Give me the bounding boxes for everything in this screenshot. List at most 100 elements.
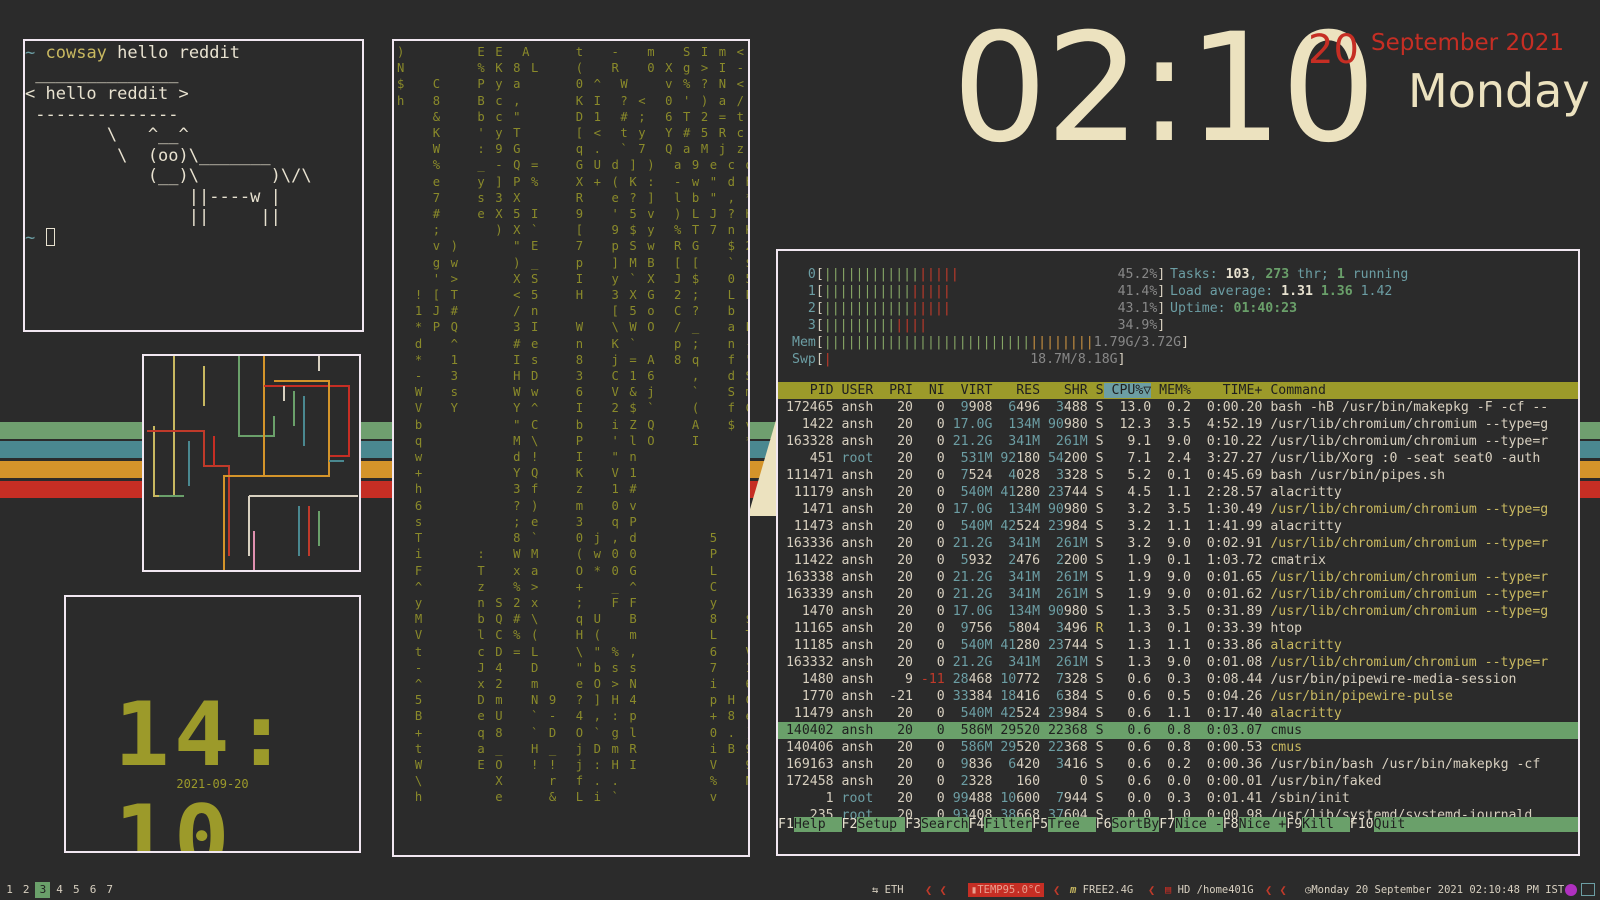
prompt-tilde: ~ xyxy=(25,227,36,248)
tasks-count: 103 xyxy=(1225,267,1250,282)
process-row[interactable]: 1770 ansh -21 0 33384 18416 6384 S 0.6 0… xyxy=(778,688,1578,705)
process-table-header[interactable]: PID USER PRI NI VIRT RES SHR S CPU%▽ MEM… xyxy=(778,382,1578,399)
fkey-f9[interactable]: F9 xyxy=(1286,817,1302,832)
desktop-clock-weekday: Monday xyxy=(1408,64,1590,118)
process-row[interactable]: 11185 ansh 20 0 540M 41280 23744 S 1.3 1… xyxy=(778,637,1578,654)
column-header-pri[interactable]: PRI xyxy=(873,383,913,398)
tray-monitor-icon[interactable] xyxy=(1581,883,1595,896)
column-header-mem%[interactable]: MEM% xyxy=(1151,383,1191,398)
fkey-label-f3[interactable]: Search xyxy=(920,817,969,832)
process-row[interactable]: 451 root 20 0 531M 92180 54200 S 7.1 2.4… xyxy=(778,450,1578,467)
process-row[interactable]: 140402 ansh 20 0 586M 29520 22368 S 0.6 … xyxy=(778,722,1578,739)
process-row[interactable]: 1480 ansh 9 -11 28468 10772 7328 S 0.6 0… xyxy=(778,671,1578,688)
wallpaper-cream-shape xyxy=(748,420,776,516)
column-header-pid[interactable]: PID xyxy=(778,383,834,398)
separator-chevron-icon: ❮ xyxy=(1148,883,1156,897)
workspace-4[interactable]: 4 xyxy=(52,882,67,898)
fkey-f4[interactable]: F4 xyxy=(969,817,985,832)
fkey-f8[interactable]: F8 xyxy=(1223,817,1239,832)
uptime-value: 01:40:23 xyxy=(1233,301,1298,316)
process-row[interactable]: 163328 ansh 20 0 21.2G 341M 261M S 9.1 9… xyxy=(778,433,1578,450)
process-row[interactable]: 11179 ansh 20 0 540M 41280 23744 S 4.5 1… xyxy=(778,484,1578,501)
fkey-f6[interactable]: F6 xyxy=(1096,817,1112,832)
fkey-label-f10[interactable]: Quit xyxy=(1373,817,1422,832)
process-row[interactable]: 11479 ansh 20 0 540M 42524 23984 S 0.6 1… xyxy=(778,705,1578,722)
fkey-label-f6[interactable]: SortBy xyxy=(1111,817,1160,832)
htop-meters-left: 0[||||||||||||||||| 45.2%] 1[|||||||||||… xyxy=(792,266,1189,368)
cpu-percent-3: 34.9% xyxy=(1117,318,1158,333)
disk-indicator: ▤ HD /home401G xyxy=(1165,880,1254,900)
function-key-bar: F1Help F2Setup F3SearchF4FilterF5Tree F6… xyxy=(778,816,1578,833)
column-header-command[interactable]: Command xyxy=(1262,383,1326,398)
process-row[interactable]: 163336 ansh 20 0 21.2G 341M 261M S 3.2 9… xyxy=(778,535,1578,552)
process-row[interactable]: 163339 ansh 20 0 21.2G 341M 261M S 1.9 9… xyxy=(778,586,1578,603)
process-row[interactable]: 1471 ansh 20 0 17.0G 134M 90980 S 3.2 3.… xyxy=(778,501,1578,518)
pipes-animation-graphic xyxy=(147,356,358,570)
memory-indicator: m FREE2.4G xyxy=(1070,880,1133,900)
swap-meter: Swp[| 18.7M/8.18G] xyxy=(792,352,1126,367)
network-icon: ⇆ xyxy=(872,884,879,896)
column-header-time+[interactable]: TIME+ xyxy=(1191,383,1263,398)
process-row[interactable]: 172458 ansh 20 0 2328 160 0 S 0.6 0.0 0:… xyxy=(778,773,1578,790)
fkey-f7[interactable]: F7 xyxy=(1159,817,1175,832)
fkey-label-f9[interactable]: Kill xyxy=(1302,817,1350,832)
threads-label: thr; xyxy=(1297,267,1329,282)
workspace-7[interactable]: 7 xyxy=(102,882,117,898)
fkey-f1[interactable]: F1 xyxy=(778,817,794,832)
fkey-f3[interactable]: F3 xyxy=(905,817,921,832)
process-row[interactable]: 11422 ansh 20 0 5932 2476 2200 S 1.9 0.1… xyxy=(778,552,1578,569)
process-row[interactable]: 11473 ansh 20 0 540M 42524 23984 S 3.2 1… xyxy=(778,518,1578,535)
cmatrix-terminal-window[interactable]: ) E E A t - m S I m < N % K 8 L ( R 0 X … xyxy=(392,39,750,857)
separator-chevron-icon: ❮ ❮ xyxy=(1265,883,1287,897)
threads-count: 273 xyxy=(1265,267,1290,282)
fkey-label-f5[interactable]: Tree xyxy=(1048,817,1096,832)
column-header-ni[interactable]: NI xyxy=(913,383,945,398)
column-header-virt[interactable]: VIRT xyxy=(945,383,993,398)
fkey-label-f7[interactable]: Nice - xyxy=(1175,817,1223,832)
column-header-shr[interactable]: SHR xyxy=(1040,383,1088,398)
workspace-3[interactable]: 3 xyxy=(35,882,51,898)
workspace-1[interactable]: 1 xyxy=(2,882,17,898)
cmatrix-output: ) E E A t - m S I m < N % K 8 L ( R 0 X … xyxy=(397,45,748,805)
fkey-label-f4[interactable]: Filter xyxy=(984,817,1033,832)
process-row[interactable]: 111471 ansh 20 0 7524 4028 3328 S 5.2 0.… xyxy=(778,467,1578,484)
process-row[interactable]: 140406 ansh 20 0 586M 29520 22368 S 0.6 … xyxy=(778,739,1578,756)
fkey-f5[interactable]: F5 xyxy=(1032,817,1048,832)
memory-icon: m xyxy=(1070,884,1077,896)
column-header-user[interactable]: USER xyxy=(834,383,874,398)
process-row[interactable]: 163332 ansh 20 0 21.2G 341M 261M S 1.3 9… xyxy=(778,654,1578,671)
process-table[interactable]: PID USER PRI NI VIRT RES SHR S CPU%▽ MEM… xyxy=(778,382,1578,824)
fkey-f10[interactable]: F10 xyxy=(1350,817,1374,832)
htop-meters-right: Tasks: 103, 273 thr; 1 running Load aver… xyxy=(1170,267,1409,316)
cowsay-terminal-window[interactable]: ~ cowsay hello reddit ______________ < h… xyxy=(23,39,364,332)
separator-chevron-icon: ❮ xyxy=(1053,883,1061,897)
process-row[interactable]: 11165 ansh 20 0 9756 5804 3496 R 1.3 0.1… xyxy=(778,620,1578,637)
ethernet-label: ETH xyxy=(884,884,904,896)
temperature-indicator: ▮TEMP95.0°C xyxy=(968,883,1044,897)
process-row[interactable]: 163338 ansh 20 0 21.2G 341M 261M S 1.9 9… xyxy=(778,569,1578,586)
column-header-cpu%[interactable]: CPU%▽ xyxy=(1103,383,1152,398)
column-header-s[interactable]: S xyxy=(1088,383,1104,398)
memory-label: FREE2.4G xyxy=(1082,884,1134,896)
pipes-terminal-window[interactable] xyxy=(142,354,361,572)
process-row[interactable]: 169163 ansh 20 0 9836 6420 3416 S 0.6 0.… xyxy=(778,756,1578,773)
fkey-label-f1[interactable]: Help xyxy=(793,817,842,832)
column-header-res[interactable]: RES xyxy=(992,383,1040,398)
tray-app-icon[interactable] xyxy=(1565,884,1577,896)
running-label: running xyxy=(1352,267,1409,282)
fkey-label-f2[interactable]: Setup xyxy=(857,817,906,832)
cpu-meter-3: 3[||||||||||||| 34.9%] xyxy=(792,318,1166,333)
process-row[interactable]: 172465 ansh 20 0 9908 6496 3488 S 13.0 0… xyxy=(778,399,1578,416)
workspace-6[interactable]: 6 xyxy=(86,882,101,898)
tty-clock-window[interactable]: 14: 10 2021-09-20 xyxy=(64,595,361,853)
workspace-2[interactable]: 2 xyxy=(19,882,34,898)
datetime-label: Monday 20 September 2021 02:10:48 PM IST xyxy=(1311,884,1565,896)
terminal-cursor[interactable] xyxy=(45,227,55,246)
workspace-5[interactable]: 5 xyxy=(69,882,84,898)
process-row[interactable]: 1 root 20 0 99488 10600 7944 S 0.0 0.3 0… xyxy=(778,790,1578,807)
fkey-f2[interactable]: F2 xyxy=(842,817,858,832)
process-row[interactable]: 1422 ansh 20 0 17.0G 134M 90980 S 12.3 3… xyxy=(778,416,1578,433)
process-row[interactable]: 1470 ansh 20 0 17.0G 134M 90980 S 1.3 3.… xyxy=(778,603,1578,620)
fkey-label-f8[interactable]: Nice + xyxy=(1238,817,1287,832)
htop-terminal-window[interactable]: 0[||||||||||||||||| 45.2%] 1[|||||||||||… xyxy=(776,249,1580,856)
